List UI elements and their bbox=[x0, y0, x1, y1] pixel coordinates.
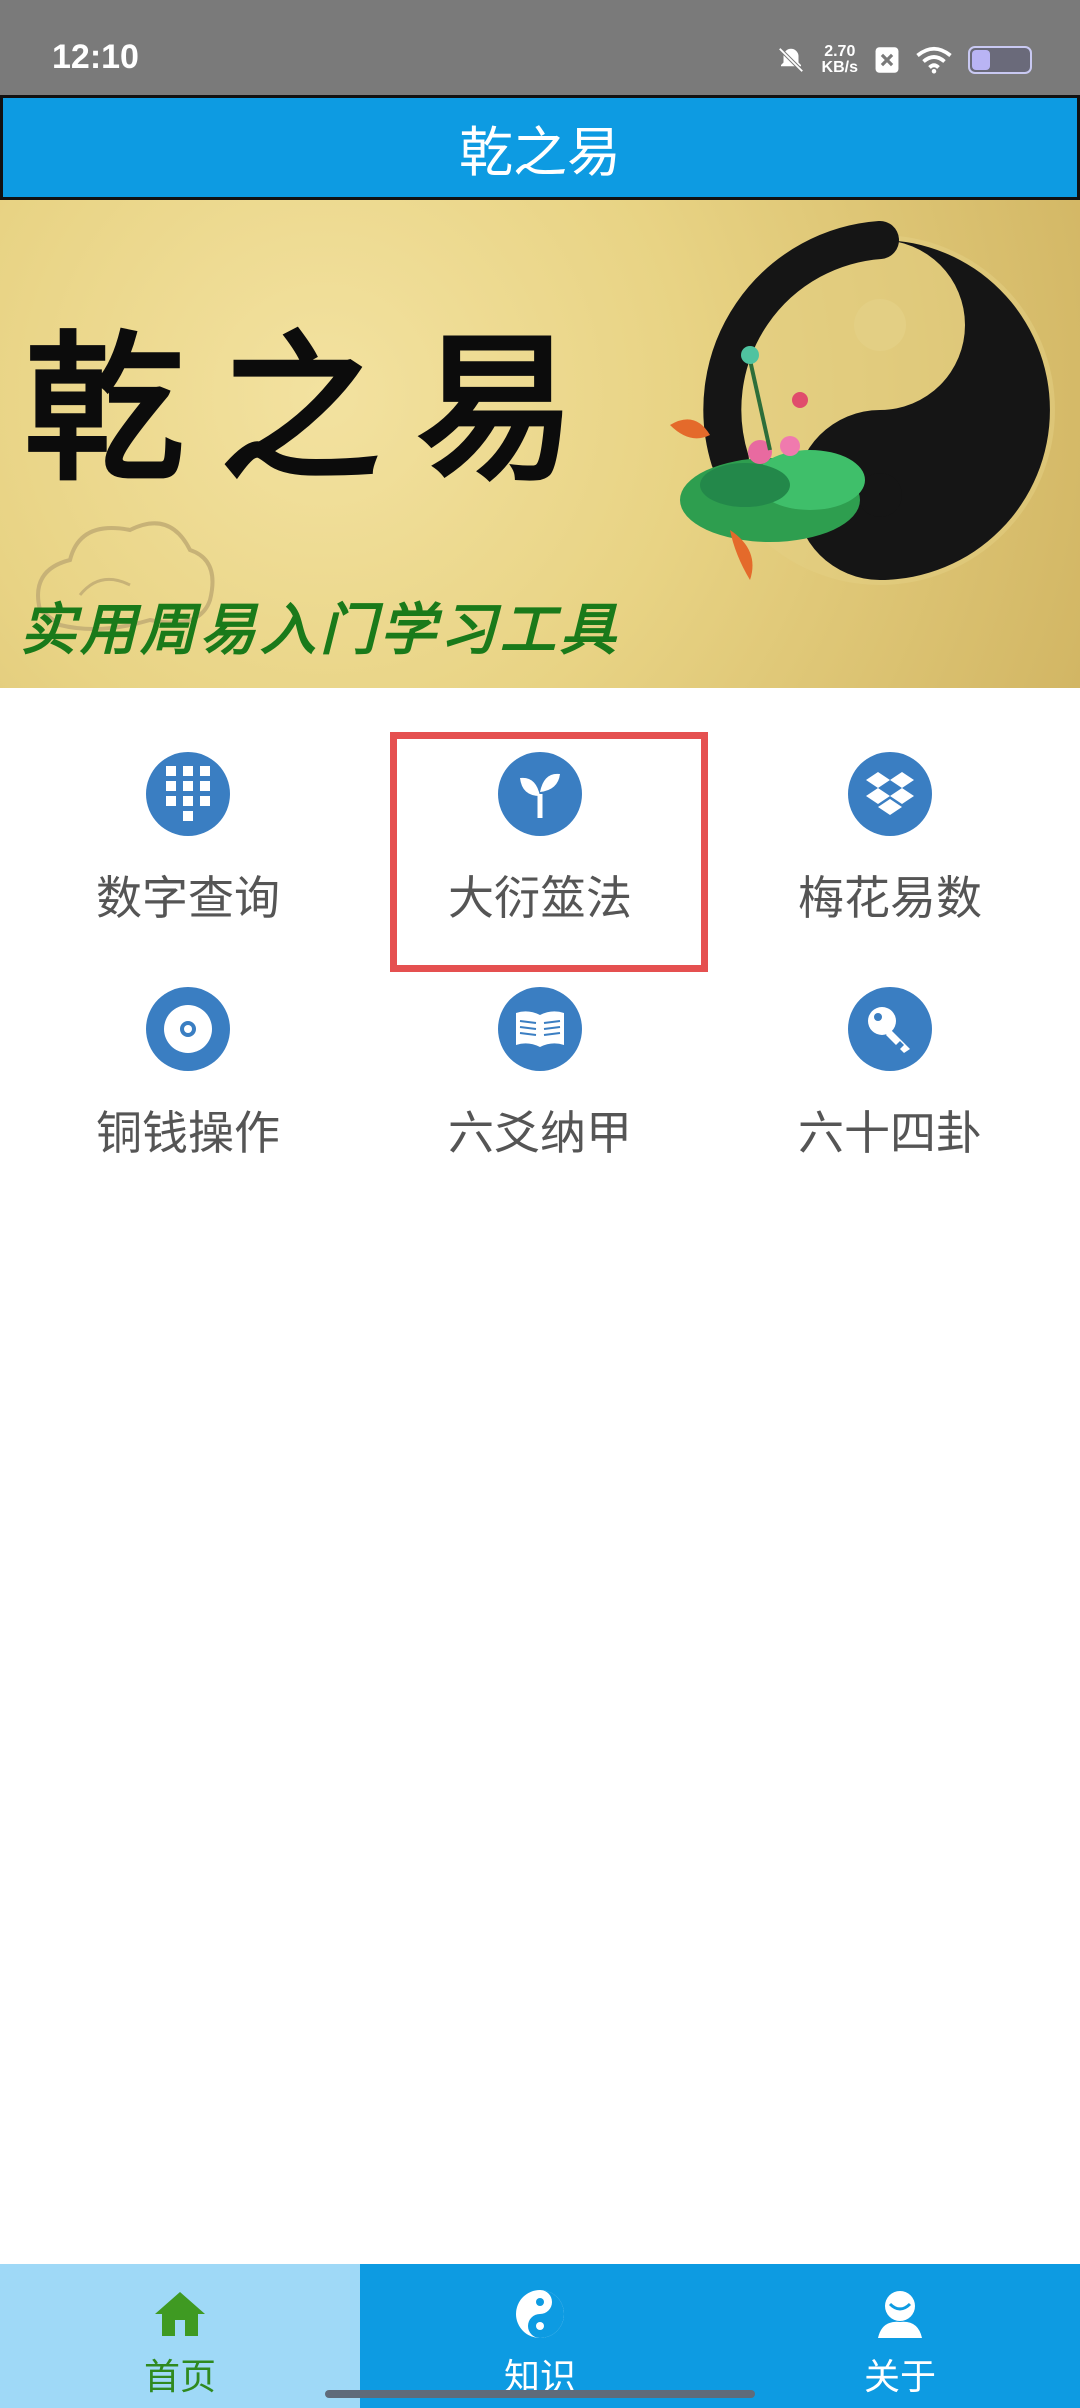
menu-label: 六十四卦 bbox=[798, 1106, 982, 1160]
banner-image: 乾之易 实用周易入门学习工具 bbox=[0, 200, 1080, 688]
network-rate-unit: KB/s bbox=[821, 59, 858, 76]
network-rate-value: 2.70 bbox=[824, 43, 856, 60]
wifi-icon bbox=[916, 46, 952, 74]
dropbox-icon bbox=[848, 752, 932, 836]
banner-subtitle: 实用周易入门学习工具 bbox=[20, 597, 620, 663]
banner-title: 乾之易 bbox=[24, 315, 613, 503]
mute-bell-icon bbox=[777, 47, 804, 73]
status-icons: 2.70 KB/s bbox=[776, 44, 1032, 76]
menu-label: 六爻纳甲 bbox=[448, 1106, 632, 1160]
key-icon bbox=[848, 987, 932, 1071]
status-bar: 12:10 2.70 KB/s bbox=[0, 0, 1080, 95]
keypad-icon bbox=[146, 752, 230, 836]
menu-item-coin-operation[interactable]: 铜钱操作 bbox=[13, 947, 363, 1172]
menu-label: 数字查询 bbox=[96, 871, 280, 925]
menu-item-liuyao-najia[interactable]: 六爻纳甲 bbox=[365, 947, 715, 1172]
sim-x-icon bbox=[875, 47, 899, 73]
menu-item-number-query[interactable]: 数字查询 bbox=[13, 712, 363, 937]
menu-item-sixty-four-hexagrams[interactable]: 六十四卦 bbox=[715, 947, 1065, 1172]
bottom-nav: 首页 知识 关于 bbox=[0, 2264, 1080, 2408]
tab-label: 首页 bbox=[143, 2357, 216, 2398]
yin-yang-painting bbox=[670, 221, 1055, 585]
yin-yang-icon bbox=[512, 2286, 568, 2342]
tab-knowledge[interactable]: 知识 bbox=[360, 2264, 720, 2408]
disc-icon bbox=[146, 987, 230, 1071]
battery-icon bbox=[968, 46, 1032, 74]
gesture-bar[interactable] bbox=[325, 2390, 755, 2398]
status-time: 12:10 bbox=[52, 38, 139, 76]
menu-item-plum-blossom[interactable]: 梅花易数 bbox=[715, 712, 1065, 937]
user-icon bbox=[872, 2286, 928, 2342]
selection-highlight bbox=[390, 732, 708, 972]
tab-home[interactable]: 首页 bbox=[0, 2264, 360, 2408]
page-title: 乾之易 bbox=[459, 121, 621, 184]
book-icon bbox=[498, 987, 582, 1071]
function-grid: 数字查询 大衍筮法 梅花易数 铜钱操作 六爻纳甲 六十四卦 bbox=[0, 712, 1080, 1192]
home-icon bbox=[152, 2286, 208, 2342]
menu-label: 梅花易数 bbox=[798, 871, 982, 925]
tab-about[interactable]: 关于 bbox=[720, 2264, 1080, 2408]
menu-label: 铜钱操作 bbox=[96, 1106, 280, 1160]
tab-label: 关于 bbox=[863, 2357, 936, 2398]
network-rate: 2.70 KB/s bbox=[822, 44, 858, 76]
title-bar: 乾之易 bbox=[0, 95, 1080, 200]
